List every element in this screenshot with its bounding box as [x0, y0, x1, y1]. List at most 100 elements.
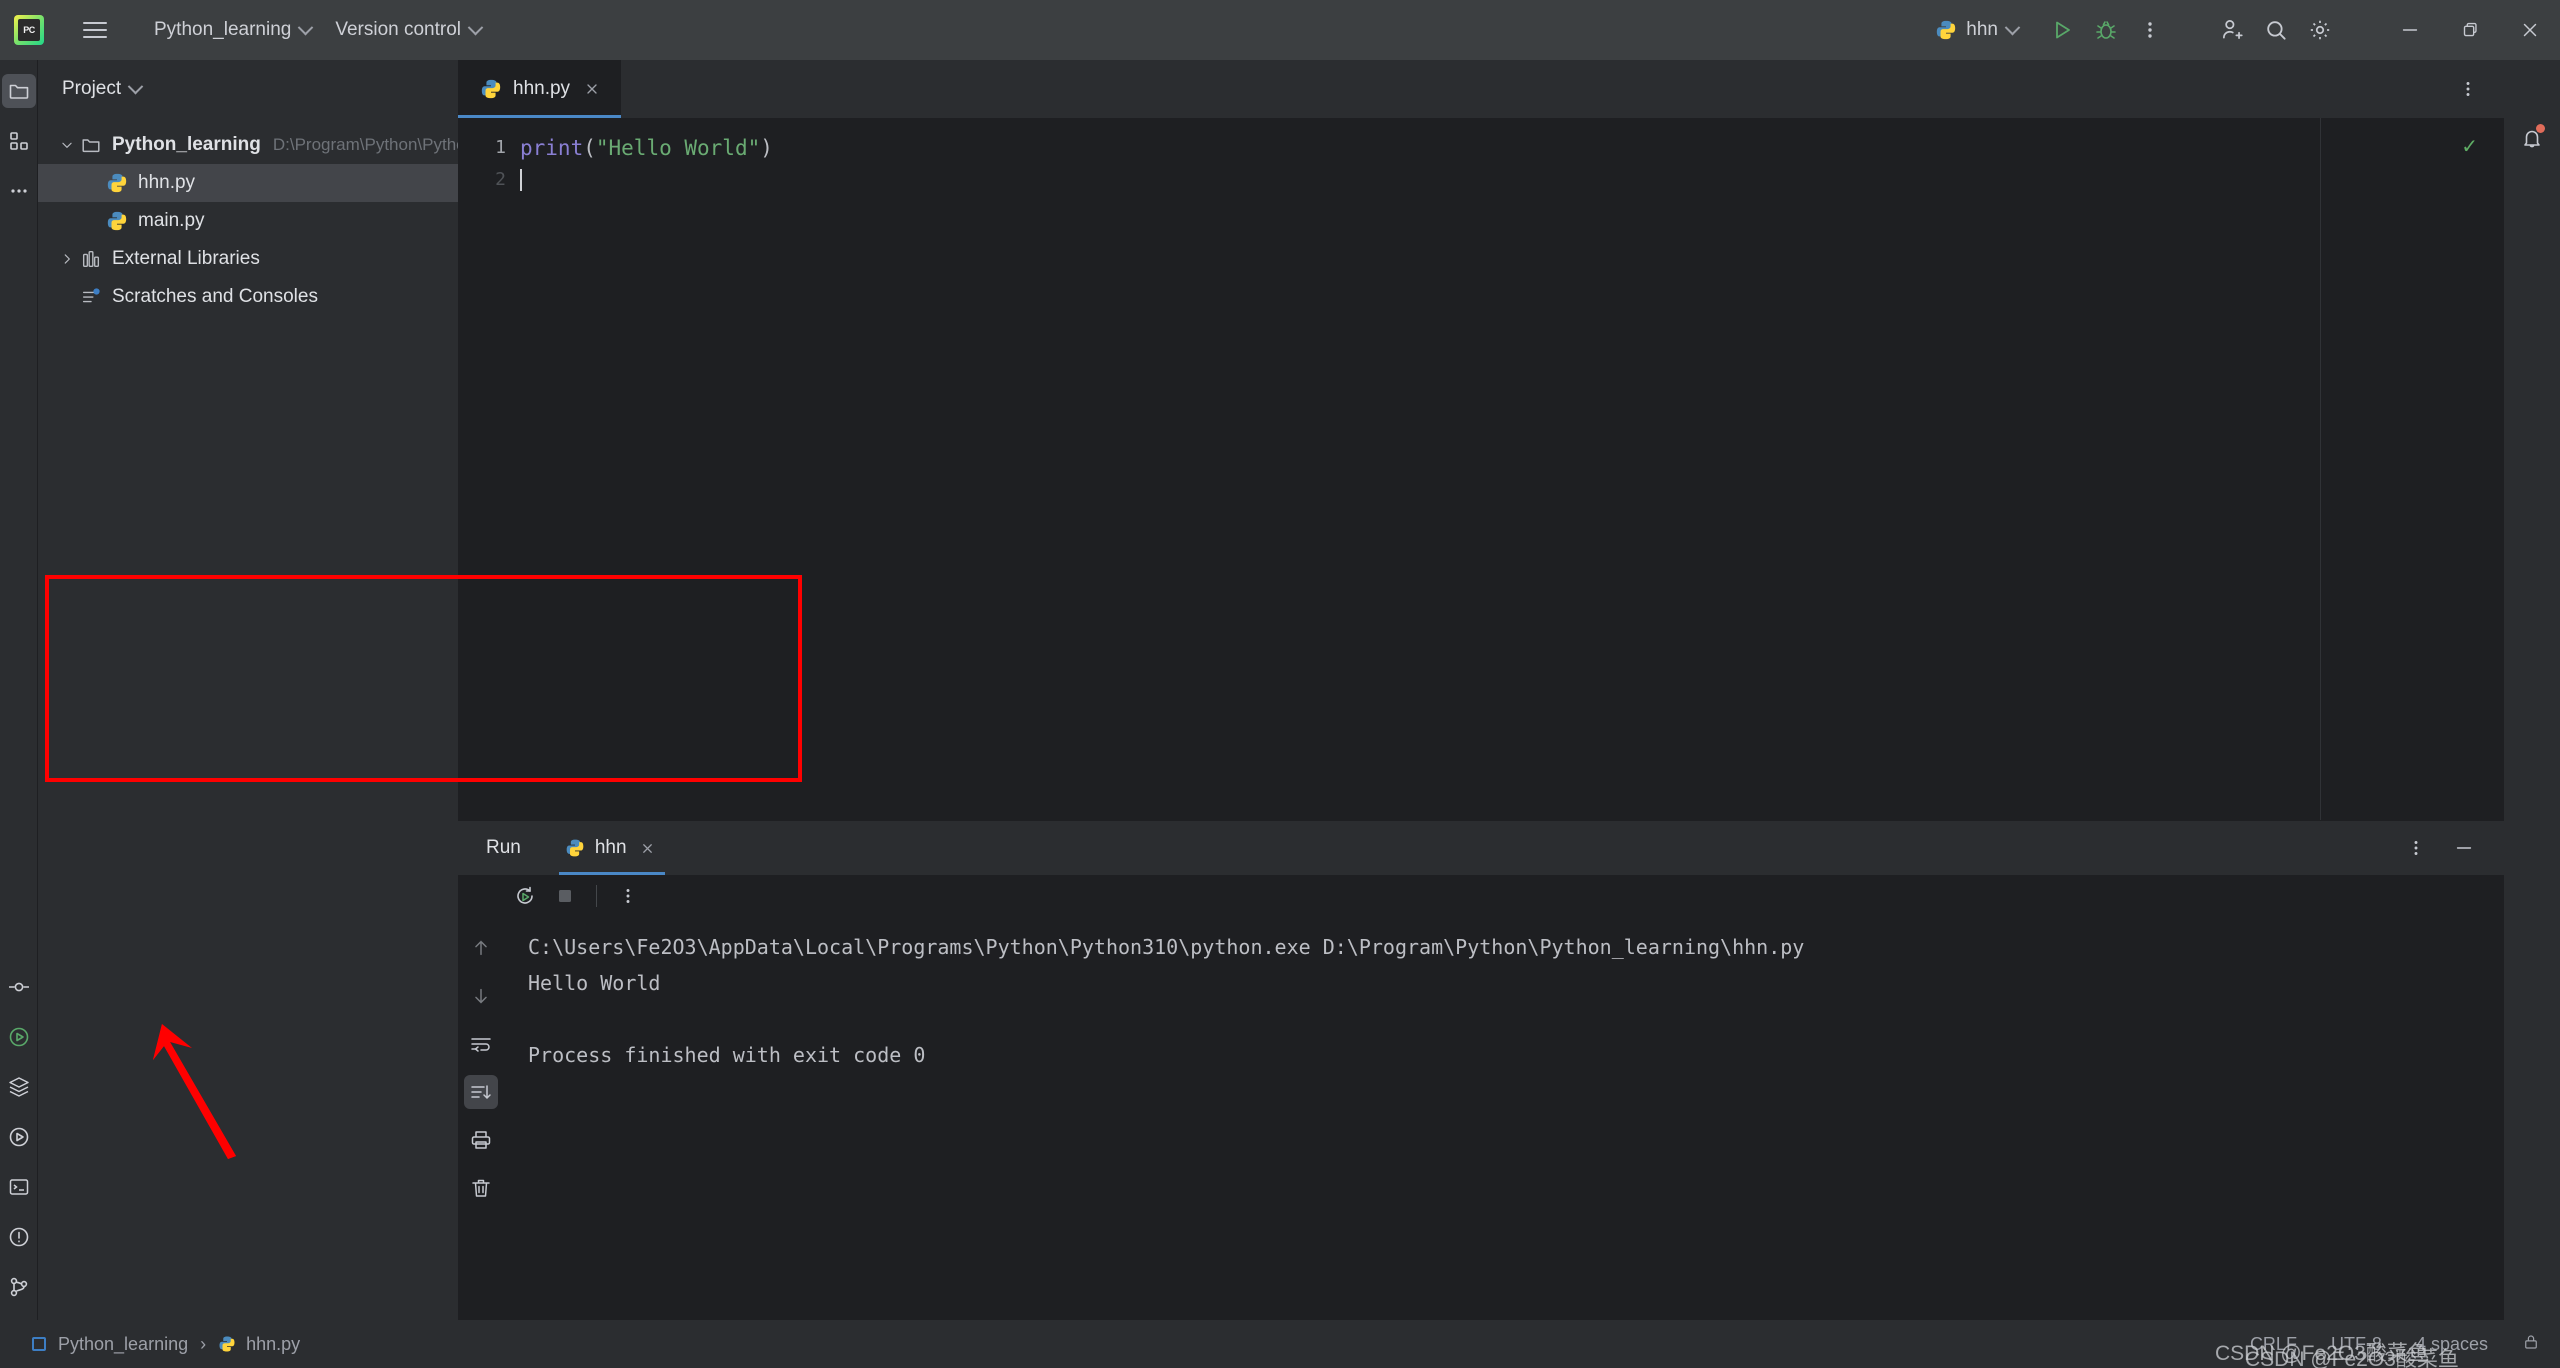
tree-arrow-placeholder [82, 210, 104, 232]
minimize-icon [2402, 29, 2418, 31]
debug-button[interactable] [2084, 8, 2128, 52]
add-user-icon [2223, 20, 2243, 39]
sidebar-item-services[interactable] [2, 1070, 36, 1104]
encoding-indicator[interactable]: UTF-8 [2331, 1334, 2382, 1355]
tree-item-python-learning[interactable]: Python_learning D:\Program\Python\Python_… [38, 126, 458, 164]
run-configuration-selector[interactable]: hhn [1923, 10, 2030, 50]
run-tool-window: Run hhn C:\Users\Fe2O3\AppData\Local\Pro… [458, 820, 2504, 1320]
console-toolbar [504, 875, 2504, 917]
sidebar-item-project[interactable] [1, 74, 36, 108]
console-output[interactable]: C:\Users\Fe2O3\AppData\Local\Programs\Py… [504, 917, 2504, 1320]
library-icon [82, 250, 100, 268]
maximize-button[interactable] [2440, 0, 2500, 60]
sidebar-item-python-console[interactable] [2, 1120, 36, 1154]
editor-tab-hhn[interactable]: hhn.py [458, 60, 622, 118]
console-side-toolbar [458, 875, 504, 1320]
close-icon[interactable] [581, 78, 603, 100]
soft-wrap-button[interactable] [464, 1027, 498, 1061]
tree-item-main-py[interactable]: main.py [38, 202, 458, 240]
scroll-down-button[interactable] [464, 979, 498, 1013]
tree-arrow-placeholder [82, 172, 104, 194]
code-line[interactable] [520, 164, 2504, 196]
version-control-icon [10, 1277, 27, 1297]
add-user-button[interactable] [2210, 8, 2254, 52]
tree-item-label: Python_learning [112, 134, 261, 155]
print-button[interactable] [464, 1123, 498, 1157]
run-panel-minimize-button[interactable] [2442, 826, 2486, 870]
editor-tab-label: hhn.py [513, 78, 571, 99]
sidebar-item-terminal[interactable] [2, 1170, 36, 1204]
rerun-button[interactable] [508, 879, 542, 913]
code-content[interactable]: print("Hello World") [520, 118, 2504, 820]
run-panel-more-button[interactable] [2394, 826, 2438, 870]
line-number: 2 [495, 169, 506, 190]
python-file-icon [566, 839, 584, 857]
soft-wrap-icon [471, 1038, 491, 1052]
sidebar-item-structure[interactable] [2, 124, 36, 158]
more-actions-button[interactable] [2128, 8, 2172, 52]
indent-indicator[interactable]: 4 spaces [2416, 1334, 2488, 1355]
status-bar: Python_learning › hhn.py CRLF UTF-8 4 sp… [0, 1320, 2560, 1368]
console-line: Process finished with exit code 0 [528, 1043, 926, 1067]
tree-item-scratches-and-consoles[interactable]: Scratches and Consoles [38, 278, 458, 316]
search-button[interactable] [2254, 8, 2298, 52]
clear-console-button[interactable] [464, 1171, 498, 1205]
editor-more-button[interactable] [2446, 67, 2490, 111]
breadcrumb-file[interactable]: hhn.py [218, 1334, 300, 1355]
run-button[interactable] [2040, 8, 2084, 52]
minimize-button[interactable] [2380, 0, 2440, 60]
breadcrumb-project-label: Python_learning [58, 1333, 189, 1354]
console-more-button[interactable] [611, 879, 645, 913]
main-menu-icon[interactable] [72, 10, 118, 50]
tree-expand-arrow[interactable] [56, 134, 78, 156]
chevron-down-icon[interactable] [127, 78, 144, 94]
scroll-up-button[interactable] [464, 931, 498, 965]
sidebar-item-commit[interactable] [2, 970, 36, 1004]
python-file-icon [107, 211, 127, 231]
stop-button[interactable] [548, 879, 582, 913]
sidebar-item-version-control[interactable] [2, 1270, 36, 1304]
code-editor[interactable]: 1 2 print("Hello World") ✓ [458, 118, 2504, 820]
console-wrapper: C:\Users\Fe2O3\AppData\Local\Programs\Py… [504, 875, 2504, 1320]
scroll-to-end-button[interactable] [464, 1075, 498, 1109]
settings-button[interactable] [2298, 8, 2342, 52]
folder-icon [82, 139, 100, 153]
breadcrumb-file-label: hhn.py [246, 1333, 301, 1354]
project-selector-label: Python_learning [154, 19, 292, 40]
more-vertical-icon [2466, 82, 2470, 96]
python-file-icon [1937, 20, 1956, 40]
status-breadcrumb: Python_learning › hhn.py [32, 1334, 300, 1355]
run-tab-hhn[interactable]: hhn [558, 821, 665, 875]
version-control-label: Version control [335, 19, 462, 40]
minimize-icon [2456, 847, 2472, 849]
line-number: 1 [495, 137, 506, 158]
project-panel: Project Python_learning D:\Program\Python… [38, 60, 458, 1320]
version-control-menu[interactable]: Version control [323, 10, 493, 50]
sidebar-item-problems[interactable] [2, 1220, 36, 1254]
breadcrumb-project[interactable]: Python_learning [58, 1334, 188, 1355]
title-bar-right: hhn [1923, 0, 2560, 60]
notification-badge [2536, 124, 2545, 133]
scratches-icon [78, 286, 104, 308]
project-selector[interactable]: Python_learning [142, 10, 323, 50]
run-panel-header-actions [2394, 826, 2504, 870]
run-panel-header: Run hhn [458, 821, 2504, 875]
tree-item-hhn-py[interactable]: hhn.py [38, 164, 458, 202]
sidebar-item-more[interactable] [2, 174, 36, 208]
tree-expand-arrow[interactable] [56, 248, 78, 270]
logo-text: PC [18, 19, 40, 41]
sidebar-item-run[interactable] [2, 1020, 36, 1054]
trash-icon [472, 1179, 490, 1197]
notifications-button[interactable] [2512, 118, 2552, 158]
lock-icon[interactable] [2522, 1332, 2540, 1357]
line-separator-indicator[interactable]: CRLF [2250, 1334, 2297, 1355]
close-icon[interactable] [637, 837, 659, 859]
code-line[interactable]: print("Hello World") [520, 132, 2504, 164]
terminal-icon [9, 1179, 28, 1195]
run-panel-title: Run [486, 837, 521, 858]
close-button[interactable] [2500, 0, 2560, 60]
tree-item-external-libraries[interactable]: External Libraries [38, 240, 458, 278]
chevron-down-icon [467, 19, 484, 35]
run-configuration-label: hhn [1966, 19, 1998, 40]
inspection-status-ok[interactable]: ✓ [2461, 134, 2478, 159]
